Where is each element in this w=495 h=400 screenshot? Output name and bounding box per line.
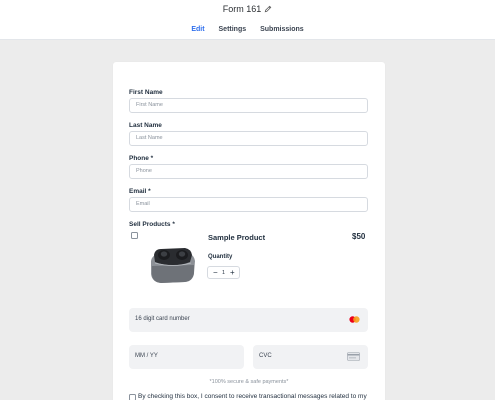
product-checkbox[interactable] [131, 232, 138, 239]
cvc-placeholder: CVC [259, 353, 272, 359]
form-title-row: Form 161 [0, 4, 495, 15]
consent-text: By checking this box, I consent to recei… [138, 393, 367, 400]
tab-submissions[interactable]: Submissions [260, 26, 304, 33]
expiry-field[interactable]: MM / YY [129, 345, 244, 369]
card-number-placeholder: 16 digit card number [135, 316, 190, 322]
quantity-value[interactable]: 1 [222, 269, 225, 278]
phone-input[interactable]: Phone [129, 164, 368, 179]
quantity-decrement-button[interactable]: − [213, 268, 218, 278]
product-price: $50 [352, 232, 366, 241]
form-card: First Name First Name Last Name Last Nam… [113, 62, 385, 400]
secure-payment-note: *100% secure & safe payments* [209, 379, 289, 385]
tabs: Edit Settings Submissions [0, 26, 495, 33]
quantity-label: Quantity [208, 254, 233, 260]
email-input[interactable]: Email [129, 197, 368, 212]
product-image [143, 235, 201, 291]
quantity-increment-button[interactable]: + [230, 268, 235, 278]
form-title: Form 161 [222, 4, 262, 14]
mastercard-icon [349, 316, 360, 325]
pencil-icon[interactable] [264, 5, 272, 15]
quantity-stepper: − 1 + [207, 266, 240, 279]
cvc-card-icon [347, 352, 360, 363]
tab-settings[interactable]: Settings [219, 26, 247, 33]
tab-edit[interactable]: Edit [191, 26, 204, 33]
consent-checkbox[interactable] [129, 394, 136, 400]
expiry-placeholder: MM / YY [135, 353, 158, 359]
sell-products-label: Sell Products * [129, 221, 175, 228]
card-number-field[interactable]: 16 digit card number [129, 308, 368, 332]
email-label: Email * [129, 188, 151, 195]
first-name-input[interactable]: First Name [129, 98, 368, 113]
cvc-field[interactable]: CVC [253, 345, 368, 369]
last-name-input[interactable]: Last Name [129, 131, 368, 146]
product-name: Sample Product [208, 233, 266, 242]
top-bar: Form 161 Edit Settings Submissions [0, 0, 495, 40]
last-name-label: Last Name [129, 122, 162, 129]
first-name-label: First Name [129, 89, 163, 96]
phone-label: Phone * [129, 155, 154, 162]
